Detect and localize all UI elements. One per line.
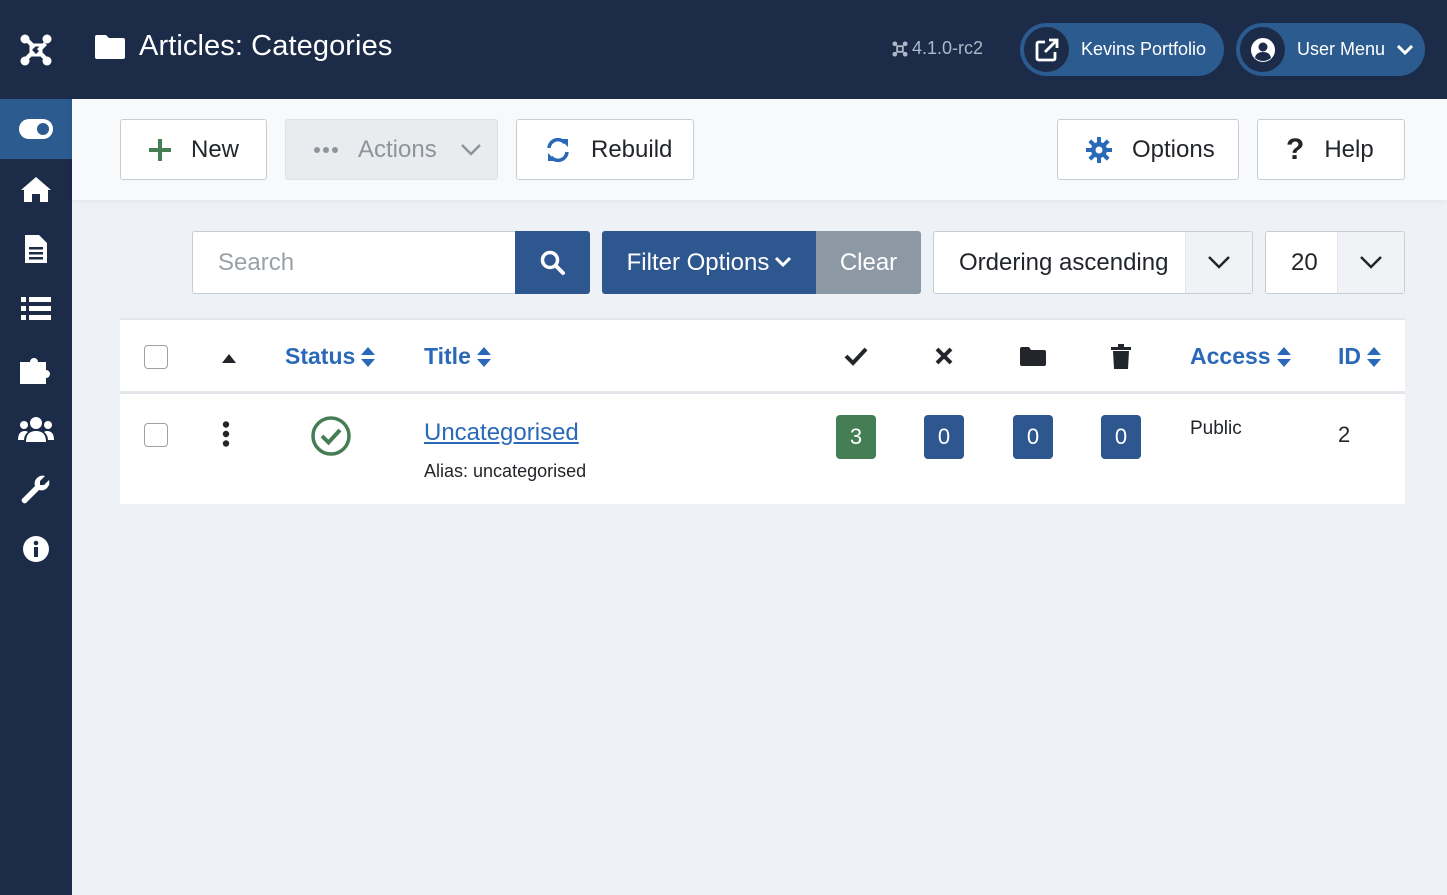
new-button-label: New (191, 135, 240, 163)
rebuild-button[interactable]: Rebuild (516, 119, 694, 180)
sidebar-item-menus[interactable] (0, 279, 72, 339)
actions-label: Actions (358, 135, 437, 163)
title-header-label: Title (424, 343, 471, 369)
gear-icon (1086, 136, 1112, 163)
help-button[interactable]: ? Help (1257, 119, 1405, 180)
actions-dropdown[interactable]: Actions (285, 119, 498, 180)
sort-icon (476, 346, 491, 367)
chevron-down-icon (460, 143, 481, 156)
archived-folder-icon (1020, 347, 1046, 371)
list-limit-value: 20 (1291, 248, 1318, 276)
filter-options-button[interactable]: Filter Options (602, 231, 816, 294)
search-button[interactable] (515, 231, 590, 294)
category-id: 2 (1338, 422, 1351, 447)
status-header-label: Status (285, 343, 356, 369)
sidebar-item-system[interactable] (0, 459, 72, 519)
filter-options-label: Filter Options (626, 248, 770, 276)
sync-icon (545, 137, 571, 163)
unpublished-times-icon (935, 347, 953, 370)
status-column-header[interactable]: Status (285, 343, 376, 370)
table-header: Status Title Access ID (120, 320, 1405, 394)
published-status-toggle[interactable] (310, 415, 352, 462)
page-title: Articles: Categories (139, 30, 393, 62)
user-avatar-icon (1240, 27, 1285, 72)
alias-value: uncategorised (473, 461, 587, 481)
rebuild-label: Rebuild (591, 135, 673, 163)
toolbar: New Actions Rebuild Options ? Help (72, 99, 1447, 200)
options-button[interactable]: Options (1057, 119, 1239, 180)
joomla-logo-icon[interactable] (0, 0, 72, 99)
trashed-count-badge[interactable]: 0 (1101, 415, 1141, 459)
chevron-down-icon (1185, 232, 1252, 293)
help-label: Help (1324, 135, 1374, 163)
header: Articles: Categories 4.1.0-rc2 Kevins Po… (72, 0, 1447, 99)
user-menu-label: User Menu (1297, 39, 1386, 59)
content-file-icon (25, 235, 47, 263)
sort-icon (1276, 346, 1291, 367)
trashed-trash-icon (1111, 344, 1131, 374)
version-text: 4.1.0-rc2 (912, 38, 984, 58)
categories-table: Status Title Access ID Uncategorised Ali… (120, 318, 1405, 504)
new-button[interactable]: New (120, 119, 267, 180)
category-alias: Alias: uncategorised (424, 461, 586, 482)
drag-handle-icon[interactable] (222, 421, 230, 452)
folder-icon (95, 34, 125, 59)
sidebar-item-content[interactable] (0, 219, 72, 279)
sidebar (0, 0, 72, 895)
sidebar-item-toggle-menu[interactable] (0, 99, 72, 159)
joomla-small-icon (892, 40, 908, 57)
select-all-checkbox[interactable] (144, 345, 168, 369)
options-label: Options (1132, 135, 1215, 163)
version-info: 4.1.0-rc2 (892, 38, 983, 59)
chevron-down-icon (775, 257, 792, 268)
ellipsis-icon (314, 146, 338, 153)
sidebar-item-help[interactable] (0, 519, 72, 579)
menus-list-icon (21, 297, 51, 320)
user-menu-button[interactable]: User Menu (1236, 23, 1425, 76)
search-icon (540, 250, 565, 275)
list-limit-select[interactable]: 20 (1265, 231, 1405, 294)
id-header-label: ID (1338, 343, 1361, 369)
ordering-value: Ordering ascending (959, 248, 1169, 276)
id-column-header[interactable]: ID (1338, 343, 1381, 370)
sort-icon (1367, 346, 1381, 367)
published-check-icon (844, 346, 868, 371)
unpublished-count-badge[interactable]: 0 (924, 415, 964, 459)
clear-button[interactable]: Clear (816, 231, 921, 294)
system-wrench-icon (21, 475, 50, 504)
site-link-label: Kevins Portfolio (1081, 39, 1207, 59)
published-count-badge[interactable]: 3 (836, 415, 876, 459)
access-header-label: Access (1190, 343, 1271, 369)
clear-label: Clear (839, 248, 898, 276)
category-title-link[interactable]: Uncategorised (424, 419, 579, 447)
plus-icon (149, 138, 171, 161)
row-checkbox[interactable] (144, 423, 168, 447)
sidebar-item-home[interactable] (0, 159, 72, 219)
page-heading: Articles: Categories (95, 30, 392, 63)
access-column-header[interactable]: Access (1190, 343, 1291, 370)
ordering-select[interactable]: Ordering ascending (933, 231, 1253, 294)
question-icon: ? (1286, 132, 1305, 166)
search-input[interactable] (192, 231, 516, 294)
toggle-menu-icon (19, 119, 53, 139)
sidebar-item-users[interactable] (0, 399, 72, 459)
users-icon (18, 417, 54, 442)
archived-count-badge[interactable]: 0 (1013, 415, 1053, 459)
check-circle-icon (311, 416, 351, 456)
alias-label: Alias: (424, 461, 469, 481)
home-icon (21, 177, 51, 202)
sidebar-item-components[interactable] (0, 339, 72, 399)
title-column-header[interactable]: Title (424, 343, 491, 370)
sort-icon (361, 346, 376, 367)
external-link-icon (1024, 27, 1069, 72)
sort-ordering-icon[interactable] (222, 350, 236, 368)
table-row: Uncategorised Alias: uncategorised 3 0 0… (120, 397, 1405, 506)
chevron-down-icon (1397, 44, 1414, 55)
access-level: Public (1190, 418, 1242, 439)
help-info-icon (23, 536, 49, 562)
components-puzzle-icon (20, 358, 50, 384)
chevron-down-icon (1337, 232, 1404, 293)
site-link-button[interactable]: Kevins Portfolio (1020, 23, 1224, 76)
